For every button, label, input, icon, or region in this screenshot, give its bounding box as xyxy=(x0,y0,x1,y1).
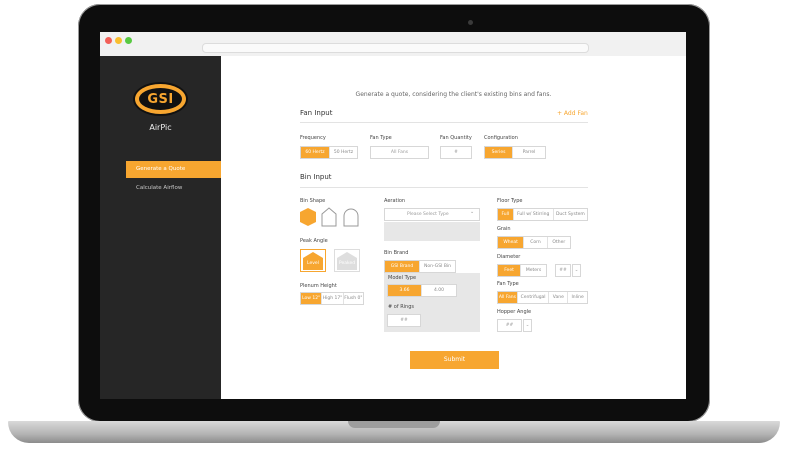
grain-toggle: Wheat Corn Other xyxy=(497,236,571,249)
brand-gsi[interactable]: GSI Brand xyxy=(385,261,421,272)
maximize-window-button[interactable] xyxy=(125,37,132,44)
bin-fan-type-toggle: All Fans Centrifugal Vane Inline xyxy=(497,291,588,304)
submit-button[interactable]: Submit xyxy=(410,351,499,369)
hopper-angle-dropdown[interactable]: ⌄ xyxy=(523,319,532,332)
gsi-logo: GSI xyxy=(133,82,188,116)
floor-full[interactable]: Full xyxy=(498,209,514,220)
rings-label: # of Rings xyxy=(388,304,414,310)
frequency-label: Frequency xyxy=(300,135,326,141)
main-content: Generate a quote, considering the client… xyxy=(221,56,686,399)
plenum-high[interactable]: High 17" xyxy=(322,293,344,304)
intro-text: Generate a quote, considering the client… xyxy=(355,91,552,98)
peak-peaked-option[interactable]: Peaked xyxy=(334,249,360,272)
hopper-angle-label: Hopper Angle xyxy=(497,309,532,315)
nav-calculate-airflow[interactable]: Calculate Airflow xyxy=(126,180,221,197)
fan-input-title: Fan Input xyxy=(300,109,333,117)
fan-all[interactable]: All Fans xyxy=(498,292,518,303)
configuration-parrel[interactable]: Parrel xyxy=(513,147,545,158)
diameter-label: Diameter xyxy=(497,254,521,260)
diameter-input[interactable]: ## xyxy=(555,264,571,277)
aeration-label: Aeration xyxy=(384,198,406,204)
model-type-toggle: 3.66 4.00 xyxy=(387,284,457,297)
minimize-window-button[interactable] xyxy=(115,37,122,44)
fan-quantity-input[interactable]: # xyxy=(440,146,472,159)
aeration-select[interactable]: Please Select Type xyxy=(384,208,480,221)
floor-duct-system[interactable]: Duct System xyxy=(554,209,587,220)
aeration-details-panel xyxy=(384,222,480,241)
bin-shape-label: Bin Shape xyxy=(300,198,326,204)
fan-centrifugal[interactable]: Centrifugal xyxy=(518,292,550,303)
model-3-66[interactable]: 3.66 xyxy=(388,285,423,296)
peak-level-option[interactable]: Level xyxy=(300,249,326,272)
nav-generate-quote[interactable]: Generate a Quote xyxy=(126,161,221,178)
fan-vane[interactable]: Vane xyxy=(549,292,569,303)
diameter-unit-toggle: Feet Meters xyxy=(497,264,547,277)
plenum-flush[interactable]: Flush 0" xyxy=(344,293,363,304)
browser-toolbar xyxy=(100,32,686,57)
level-label: Level xyxy=(307,261,319,266)
sidebar: GSI AirPic Generate a Quote Calculate Ai… xyxy=(100,56,221,399)
chevron-down-icon: ⌄ xyxy=(525,323,530,328)
bin-input-title: Bin Input xyxy=(300,173,332,181)
rings-input[interactable]: ## xyxy=(387,314,421,327)
floor-full-stirring[interactable]: Full w/ Stirring xyxy=(514,209,554,220)
logo-text: GSI xyxy=(147,91,174,107)
peak-angle-label: Peak Angle xyxy=(300,238,328,244)
frequency-60hz[interactable]: 60 Hertz xyxy=(301,147,330,158)
camera-dot xyxy=(468,20,473,25)
bin-shape-icons xyxy=(300,207,359,227)
frequency-50hz[interactable]: 50 Hertz xyxy=(330,147,357,158)
diameter-dropdown[interactable]: ⌄ xyxy=(572,264,581,277)
grain-other[interactable]: Other xyxy=(548,237,570,248)
bin-brand-label: Bin Brand xyxy=(384,250,409,256)
bin-brand-toggle: GSI Brand Non-GSI Bin xyxy=(384,260,456,273)
diameter-feet[interactable]: Feet xyxy=(498,265,522,276)
peaked-label: Peaked xyxy=(338,261,356,266)
fan-type-select[interactable]: All Fans xyxy=(370,146,429,159)
fan-inline[interactable]: Inline xyxy=(568,292,587,303)
plenum-height-label: Plenum Height xyxy=(300,283,337,289)
plenum-low[interactable]: Low 12" xyxy=(301,293,323,304)
grain-label: Grain xyxy=(497,226,511,232)
divider xyxy=(300,122,588,123)
hexagon-bin-icon[interactable] xyxy=(300,208,316,226)
hopper-angle-input[interactable]: ## xyxy=(497,319,522,332)
add-fan-link[interactable]: + Add Fan xyxy=(557,110,588,117)
round-bin-icon[interactable] xyxy=(343,208,359,227)
app-name: AirPic xyxy=(149,123,172,132)
screen: GSI AirPic Generate a Quote Calculate Ai… xyxy=(100,32,686,399)
laptop-notch xyxy=(348,421,440,428)
configuration-toggle: Series Parrel xyxy=(484,146,546,159)
brand-non-gsi[interactable]: Non-GSI Bin xyxy=(420,261,455,272)
chevron-down-icon: ⌄ xyxy=(470,209,475,215)
peaked-bin-icon[interactable] xyxy=(321,207,337,227)
configuration-label: Configuration xyxy=(484,135,518,141)
close-window-button[interactable] xyxy=(105,37,112,44)
model-type-label: Model Type xyxy=(388,275,417,281)
plenum-height-toggle: Low 12" High 17" Flush 0" xyxy=(300,292,364,305)
model-4-00[interactable]: 4.00 xyxy=(422,285,456,296)
diameter-meters[interactable]: Meters xyxy=(521,265,546,276)
floor-type-label: Floor Type xyxy=(497,198,523,204)
bin-fan-type-label: Fan Type xyxy=(497,281,519,287)
floor-type-toggle: Full Full w/ Stirring Duct System xyxy=(497,208,588,221)
divider xyxy=(300,187,588,188)
grain-corn[interactable]: Corn xyxy=(524,237,548,248)
configuration-series[interactable]: Series xyxy=(485,147,514,158)
fan-type-label: Fan Type xyxy=(370,135,392,141)
address-bar[interactable] xyxy=(202,43,589,53)
laptop-base xyxy=(8,421,780,443)
fan-quantity-label: Fan Quantity xyxy=(440,135,472,141)
chevron-down-icon: ⌄ xyxy=(574,268,579,273)
frequency-toggle: 60 Hertz 50 Hertz xyxy=(300,146,358,159)
grain-wheat[interactable]: Wheat xyxy=(498,237,525,248)
